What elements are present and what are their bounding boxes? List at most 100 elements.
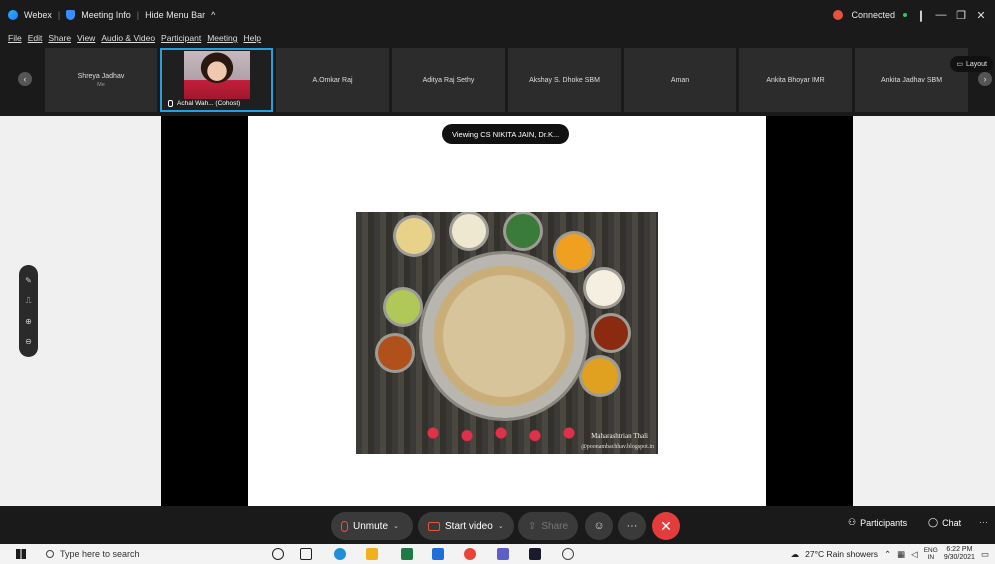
filmstrip-prev-button[interactable]: ‹ <box>18 72 32 86</box>
bowl <box>586 270 622 306</box>
participant-tile[interactable]: Aman <box>624 48 736 112</box>
chrome-icon[interactable] <box>464 548 476 560</box>
participant-tile[interactable]: Ankita Bhoyar IMR <box>739 48 852 112</box>
bowl <box>506 214 540 248</box>
participant-name: Aditya Raj Sethy <box>422 76 475 84</box>
meeting-info-button[interactable]: Meeting Info <box>81 10 131 20</box>
participant-tile[interactable]: Shreya Jadhav Me <box>45 48 157 112</box>
menu-meeting[interactable]: Meeting <box>207 33 237 43</box>
bowl <box>386 290 420 324</box>
minimize-button[interactable]: — <box>935 9 947 21</box>
clock-time: 6:22 PM <box>946 546 973 553</box>
thali-plate <box>422 254 586 418</box>
title-bar: Webex | Meeting Info | Hide Menu Bar ^ C… <box>0 0 995 30</box>
windows-start-icon[interactable] <box>16 549 26 559</box>
participant-tile[interactable]: Aditya Raj Sethy <box>392 48 505 112</box>
volume-icon[interactable]: ◁ <box>911 549 918 560</box>
teams-icon[interactable] <box>497 548 509 560</box>
cortana-icon[interactable] <box>272 548 284 560</box>
app-name[interactable]: Webex <box>24 10 52 20</box>
connection-status[interactable]: Connected <box>851 10 895 20</box>
participant-name: Akshay S. Dhoke SBM <box>529 76 600 84</box>
microphone-muted-icon <box>341 520 348 532</box>
taskbar-search[interactable]: Type here to search <box>40 546 250 562</box>
zoom-out-icon[interactable]: ⊖ <box>25 337 32 346</box>
rangoli-decoration <box>416 420 586 446</box>
bowl <box>396 218 432 254</box>
clock[interactable]: 6:22 PM 9/30/2021 <box>944 546 975 562</box>
menu-audio-video[interactable]: Audio & Video <box>101 33 155 43</box>
menu-edit[interactable]: Edit <box>28 33 43 43</box>
file-explorer-icon[interactable] <box>366 548 378 560</box>
meeting-controls: Unmute ⌄ Start video ⌄ ⇪ Share ☺ ··· ✕ ⚇… <box>0 506 995 544</box>
divider: | <box>136 10 140 20</box>
hide-menu-bar-button[interactable]: Hide Menu Bar <box>145 10 205 20</box>
overflow-menu-button[interactable]: ··· <box>979 517 988 527</box>
filmstrip-next-button[interactable]: › <box>978 72 992 86</box>
language-indicator[interactable]: ENG IN <box>924 547 938 561</box>
more-options-button[interactable]: ··· <box>618 512 646 540</box>
edge-icon[interactable] <box>334 548 346 560</box>
participant-name: Achal Wah... (Cohost) <box>177 100 241 107</box>
chevron-up-icon: ^ <box>211 10 216 20</box>
participant-sub: Me <box>97 81 105 88</box>
layout-label: Layout <box>965 60 987 68</box>
participant-tile[interactable]: Ankita Jadhav SBM <box>855 48 968 112</box>
layout-button[interactable]: ▭ Layout <box>950 56 993 72</box>
menu-view[interactable]: View <box>77 33 95 43</box>
bowl <box>582 358 618 394</box>
divider: | <box>57 10 61 20</box>
share-button[interactable]: ⇪ Share <box>518 512 578 540</box>
chevron-up-icon[interactable]: ⌃ <box>884 549 891 560</box>
excel-icon[interactable] <box>401 548 413 560</box>
webex-logo-icon <box>8 10 18 20</box>
participants-icon: ⚇ <box>848 517 857 527</box>
unmute-label: Unmute <box>353 520 389 532</box>
weather-text[interactable]: 27°C Rain showers <box>805 549 878 559</box>
fit-icon[interactable]: ⎍ <box>26 296 32 306</box>
participant-name: Shreya Jadhav <box>77 72 125 80</box>
lang-top: ENG <box>923 547 938 554</box>
notifications-icon[interactable]: ▭ <box>981 549 989 560</box>
system-tray: ☁ 27°C Rain showers ⌃ ▦ ◁ ENG IN 6:22 PM… <box>791 544 989 564</box>
photo-caption-title: Maharashtrian Thali <box>591 432 648 440</box>
camera-off-icon <box>428 521 440 531</box>
network-icon[interactable]: ▦ <box>897 549 905 560</box>
menu-bar: File Edit Share View Audio & Video Parti… <box>0 30 995 46</box>
start-video-button[interactable]: Start video ⌄ <box>418 512 514 540</box>
menu-file[interactable]: File <box>8 33 22 43</box>
participants-button[interactable]: ⚇ Participants <box>848 517 907 528</box>
photo-caption-url: @poonambachhav.blogspot.in <box>581 444 654 450</box>
participant-name: Ankita Jadhav SBM <box>880 76 943 84</box>
chat-button[interactable]: ◯ Chat <box>928 517 961 528</box>
mail-icon[interactable] <box>432 548 444 560</box>
share-label: Share <box>541 520 569 532</box>
zoom-in-icon[interactable]: ⊕ <box>25 317 32 326</box>
menu-share[interactable]: Share <box>48 33 71 43</box>
menu-help[interactable]: Help <box>243 33 260 43</box>
annotate-icon[interactable]: ✎ <box>25 276 32 285</box>
participant-name: Aman <box>670 76 690 84</box>
unmute-button[interactable]: Unmute ⌄ <box>331 512 413 540</box>
microphone-icon <box>168 100 173 107</box>
webex-taskbar-icon[interactable] <box>529 548 541 560</box>
chat-label: Chat <box>942 517 962 528</box>
task-view-icon[interactable] <box>300 548 312 560</box>
pin-icon[interactable]: ❙ <box>915 9 927 22</box>
participant-video <box>184 51 250 99</box>
chevron-down-icon[interactable]: ⌄ <box>498 522 504 530</box>
viewing-share-label[interactable]: Viewing CS NIKITA JAIN, Dr.K... <box>442 124 570 144</box>
participant-label: Achal Wah... (Cohost) <box>168 100 240 107</box>
reactions-button[interactable]: ☺ <box>585 512 613 540</box>
leave-meeting-button[interactable]: ✕ <box>652 512 680 540</box>
chevron-down-icon[interactable]: ⌄ <box>393 522 399 530</box>
participant-tile[interactable]: A.Omkar Raj <box>276 48 389 112</box>
maximize-button[interactable]: ❐ <box>955 9 967 22</box>
menu-participant[interactable]: Participant <box>161 33 201 43</box>
settings-gear-icon[interactable] <box>562 548 574 560</box>
close-button[interactable]: ✕ <box>975 9 987 22</box>
start-video-label: Start video <box>445 520 493 532</box>
letterbox-left <box>161 116 248 506</box>
participant-tile[interactable]: Akshay S. Dhoke SBM <box>508 48 621 112</box>
participant-tile-active-speaker[interactable]: Achal Wah... (Cohost) <box>160 48 273 112</box>
